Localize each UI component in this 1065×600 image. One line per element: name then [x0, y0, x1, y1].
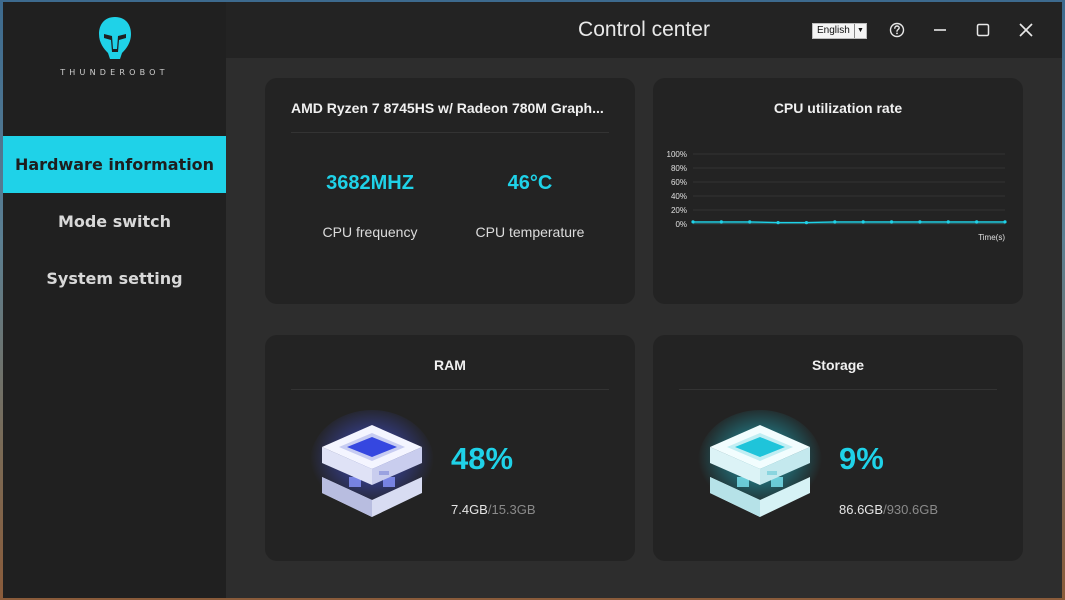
data-point	[776, 221, 780, 225]
close-button[interactable]	[1012, 16, 1040, 44]
data-point	[975, 220, 979, 224]
data-point	[691, 220, 695, 224]
help-button[interactable]	[883, 16, 911, 44]
cpu-frequency-value: 3682MHZ	[326, 172, 414, 194]
y-tick-label: 40%	[671, 192, 687, 201]
divider	[679, 389, 997, 390]
sidebar-nav: Hardware information Mode switch System …	[3, 136, 226, 307]
ram-usage-detail: 7.4GB/15.3GB	[451, 502, 536, 517]
ram-used: 7.4GB	[451, 502, 488, 517]
storage-chip-icon	[698, 410, 822, 517]
ram-usage-percent: 48%	[451, 441, 514, 476]
help-icon	[889, 22, 905, 38]
y-tick-label: 60%	[671, 178, 687, 187]
data-point	[833, 220, 837, 224]
data-point	[719, 220, 723, 224]
brand-name: THUNDEROBOT	[60, 68, 169, 77]
sidebar-item-hardware-information[interactable]: Hardware information	[3, 136, 226, 193]
sidebar-item-label: Hardware information	[14, 155, 215, 174]
minimize-icon	[934, 29, 946, 31]
y-tick-label: 80%	[671, 164, 687, 173]
data-point	[748, 220, 752, 224]
data-point	[861, 220, 865, 224]
sidebar-item-system-setting[interactable]: System setting	[3, 250, 226, 307]
cpu-utilization-chart: 100% 80% 60% 40% 20% 0% Time(s)	[667, 150, 1007, 242]
storage-card: Storage 9% 86.6GB/930.6GB	[653, 335, 1023, 561]
sidebar: THUNDEROBOT Hardware information Mode sw…	[3, 2, 226, 598]
minimize-button[interactable]	[926, 16, 954, 44]
cpu-card: AMD Ryzen 7 8745HS w/ Radeon 780M Graph.…	[265, 78, 635, 304]
divider	[291, 389, 609, 390]
data-point	[946, 220, 950, 224]
storage-title: Storage	[811, 357, 865, 373]
ram-chip-icon	[310, 410, 434, 517]
language-select[interactable]: English ▼	[812, 23, 867, 39]
maximize-icon	[976, 23, 990, 37]
ram-card: RAM 48% 7.4GB/15.3GB	[265, 335, 635, 561]
sidebar-item-label: Mode switch	[57, 212, 172, 231]
title-bar: Control center English ▼	[226, 2, 1062, 58]
series-line	[693, 221, 1005, 224]
cpu-frequency-label: CPU frequency	[322, 224, 418, 240]
y-tick-label: 100%	[667, 150, 687, 159]
cpu-temperature-label: CPU temperature	[475, 224, 585, 240]
sidebar-item-label: System setting	[46, 269, 183, 288]
cpu-name: AMD Ryzen 7 8745HS w/ Radeon 780M Graph.…	[291, 100, 604, 116]
data-point	[804, 221, 809, 225]
ram-title: RAM	[434, 357, 466, 373]
cpu-utilization-card: CPU utilization rate 100% 80% 60% 40% 20% 0% T…	[653, 78, 1023, 304]
ram-total: /15.3GB	[487, 502, 536, 517]
x-axis-label: Time(s)	[978, 233, 1005, 242]
chevron-down-icon: ▼	[854, 24, 866, 38]
sidebar-item-mode-switch[interactable]: Mode switch	[3, 193, 226, 250]
close-icon	[1019, 23, 1033, 37]
data-point	[918, 220, 922, 224]
y-tick-label: 20%	[671, 206, 687, 215]
storage-total: /930.6GB	[883, 502, 939, 517]
storage-used: 86.6GB	[839, 502, 884, 517]
divider	[291, 132, 609, 133]
language-select-value: English	[817, 25, 850, 36]
storage-usage-percent: 9%	[839, 441, 884, 476]
cpu-temperature-value: 46°C	[507, 172, 553, 194]
brand-logo: THUNDEROBOT	[3, 16, 226, 77]
app-window: THUNDEROBOT Hardware information Mode sw…	[3, 2, 1062, 598]
storage-usage-detail: 86.6GB/930.6GB	[839, 502, 938, 517]
data-point	[1003, 220, 1007, 224]
maximize-button[interactable]	[969, 16, 997, 44]
y-tick-label: 0%	[675, 220, 687, 229]
thunderobot-helmet-icon	[98, 17, 131, 59]
data-point	[889, 220, 894, 224]
